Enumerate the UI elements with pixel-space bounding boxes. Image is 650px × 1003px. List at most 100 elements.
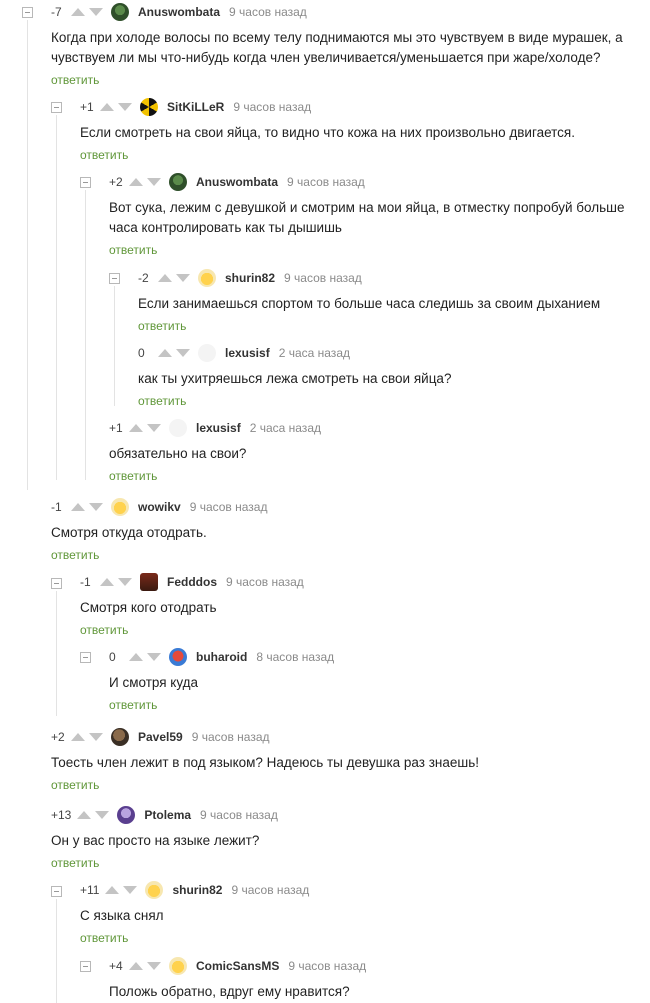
upvote-icon[interactable] (100, 103, 114, 111)
upvote-icon[interactable] (71, 503, 85, 511)
reply-link[interactable]: ответить (109, 243, 157, 257)
downvote-icon[interactable] (89, 503, 103, 511)
comment-time[interactable]: 9 часов назад (287, 175, 365, 189)
upvote-icon[interactable] (129, 962, 143, 970)
green-face-avatar-icon[interactable] (169, 173, 187, 191)
downvote-icon[interactable] (95, 811, 110, 819)
thread-line (85, 190, 86, 480)
comment-time[interactable]: 9 часов назад (200, 808, 278, 822)
comment-time[interactable]: 2 часа назад (250, 421, 321, 435)
emoji-avatar-icon[interactable] (169, 957, 187, 975)
comment-author[interactable]: SitKiLLeR (167, 100, 224, 114)
collapse-toggle[interactable] (51, 886, 62, 897)
comment-text: Если смотреть на свои яйца, то видно что… (80, 125, 575, 140)
colorful-avatar-icon[interactable] (169, 648, 187, 666)
comment-time[interactable]: 9 часов назад (190, 500, 268, 514)
reply-link[interactable]: ответить (51, 856, 99, 870)
collapse-toggle[interactable] (80, 961, 91, 972)
comment-time[interactable]: 9 часов назад (233, 100, 311, 114)
blank-avatar-icon[interactable] (169, 419, 187, 437)
comment-time[interactable]: 9 часов назад (284, 271, 362, 285)
reply-link[interactable]: ответить (51, 778, 99, 792)
comment-time[interactable]: 9 часов назад (192, 730, 270, 744)
upvote-icon[interactable] (71, 733, 85, 741)
comment-author[interactable]: lexusisf (225, 346, 270, 360)
downvote-icon[interactable] (147, 962, 161, 970)
reply-link[interactable]: ответить (51, 548, 99, 562)
upvote-icon[interactable] (71, 8, 85, 16)
upvote-icon[interactable] (77, 811, 92, 819)
comment-rating: +2 (51, 730, 65, 744)
downvote-icon[interactable] (176, 349, 190, 357)
collapse-toggle[interactable] (22, 7, 33, 18)
emoji-avatar-icon[interactable] (111, 498, 129, 516)
upvote-icon[interactable] (100, 578, 114, 586)
comment-rating: +11 (80, 883, 100, 897)
comment-author[interactable]: Fedddos (167, 575, 217, 589)
downvote-icon[interactable] (123, 886, 138, 894)
emoji-avatar-icon[interactable] (198, 269, 216, 287)
downvote-icon[interactable] (118, 103, 132, 111)
comment-time[interactable]: 9 часов назад (226, 575, 304, 589)
radiation-avatar-icon[interactable] (140, 98, 158, 116)
downvote-icon[interactable] (147, 653, 161, 661)
downvote-icon[interactable] (118, 578, 132, 586)
upvote-icon[interactable] (129, 653, 143, 661)
comment-time[interactable]: 9 часов назад (288, 959, 366, 973)
comment-author[interactable]: buharoid (196, 650, 247, 664)
emoji-avatar-icon[interactable] (145, 881, 164, 899)
comment-author[interactable]: Pavel59 (138, 730, 183, 744)
blank-avatar-icon[interactable] (198, 344, 216, 362)
comment-time[interactable]: 8 часов назад (256, 650, 334, 664)
reply-link[interactable]: ответить (80, 623, 128, 637)
comment-author[interactable]: lexusisf (196, 421, 241, 435)
comment-text: Смотря откуда отодрать. (51, 525, 207, 540)
comment-text: Смотря кого отодрать (80, 600, 217, 615)
upvote-icon[interactable] (129, 178, 143, 186)
reply-link[interactable]: ответить (109, 698, 157, 712)
comment-author[interactable]: Anuswombata (138, 5, 220, 19)
comment-rating: -2 (138, 271, 149, 285)
collapse-toggle[interactable] (80, 652, 91, 663)
comment-author[interactable]: Ptolema (144, 808, 191, 822)
downvote-icon[interactable] (176, 274, 190, 282)
collapse-toggle[interactable] (51, 102, 62, 113)
reply-link[interactable]: ответить (51, 73, 99, 87)
reply-link[interactable]: ответить (138, 319, 186, 333)
green-face-avatar-icon[interactable] (111, 3, 129, 21)
comment-rating: 0 (109, 650, 116, 664)
reply-link[interactable]: ответить (109, 469, 157, 483)
comment-author[interactable]: Anuswombata (196, 175, 278, 189)
comment-author[interactable]: wowikv (138, 500, 181, 514)
collapse-toggle[interactable] (80, 177, 91, 188)
collapse-toggle[interactable] (51, 578, 62, 589)
downvote-icon[interactable] (89, 733, 103, 741)
comment-time[interactable]: 2 часа назад (279, 346, 350, 360)
comment-author[interactable]: shurin82 (172, 883, 222, 897)
downvote-icon[interactable] (147, 178, 161, 186)
comment-text: И смотря куда (109, 675, 199, 690)
comment-time[interactable]: 9 часов назад (231, 883, 309, 897)
upvote-icon[interactable] (158, 274, 172, 282)
collapse-toggle[interactable] (109, 273, 120, 284)
comment-rating: +1 (80, 100, 94, 114)
upvote-icon[interactable] (129, 424, 143, 432)
reply-link[interactable]: ответить (138, 394, 186, 408)
purple-avatar-icon[interactable] (117, 806, 136, 824)
downvote-icon[interactable] (89, 8, 103, 16)
dark-avatar-icon[interactable] (140, 573, 158, 591)
downvote-icon[interactable] (147, 424, 161, 432)
comment-rating: 0 (138, 346, 145, 360)
comment-text: Вот сука, лежим с девушкой и смотрим на … (109, 200, 625, 235)
comment-author[interactable]: shurin82 (225, 271, 275, 285)
comment-rating: +13 (51, 808, 72, 822)
reply-link[interactable]: ответить (80, 148, 128, 162)
comment-text: Он у вас просто на языке лежит? (51, 833, 260, 848)
upvote-icon[interactable] (158, 349, 172, 357)
upvote-icon[interactable] (105, 886, 120, 894)
reply-link[interactable]: ответить (80, 931, 128, 945)
comment-text: С языка снял (80, 908, 164, 923)
photo-avatar-icon[interactable] (111, 728, 129, 746)
comment-author[interactable]: ComicSansMS (196, 959, 279, 973)
comment-time[interactable]: 9 часов назад (229, 5, 307, 19)
